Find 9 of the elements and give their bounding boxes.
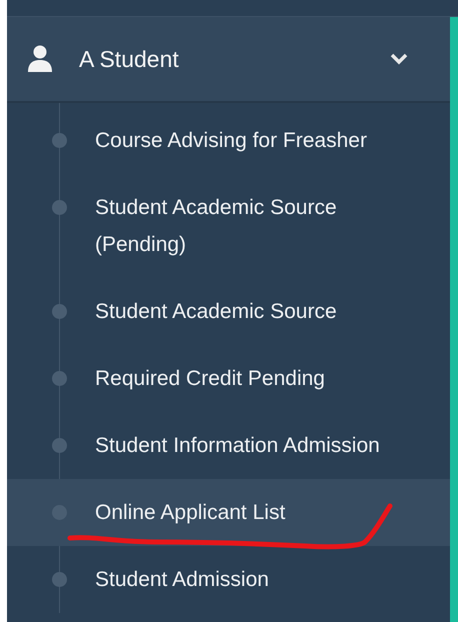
menu-item[interactable]: Required Credit Pending	[7, 345, 450, 412]
menu-item[interactable]: Course Advising for Freasher	[7, 107, 450, 174]
user-icon	[25, 44, 55, 74]
menu-item[interactable]: Student Admission	[7, 546, 450, 613]
menu-item[interactable]: Student Information Admission	[7, 412, 450, 479]
menu-item[interactable]: Student Academic Source	[7, 278, 450, 345]
chevron-icon	[390, 53, 408, 65]
menu-item[interactable]: Student Academic Source (Pending)	[7, 174, 450, 278]
section-header[interactable]: A Student	[7, 17, 450, 103]
